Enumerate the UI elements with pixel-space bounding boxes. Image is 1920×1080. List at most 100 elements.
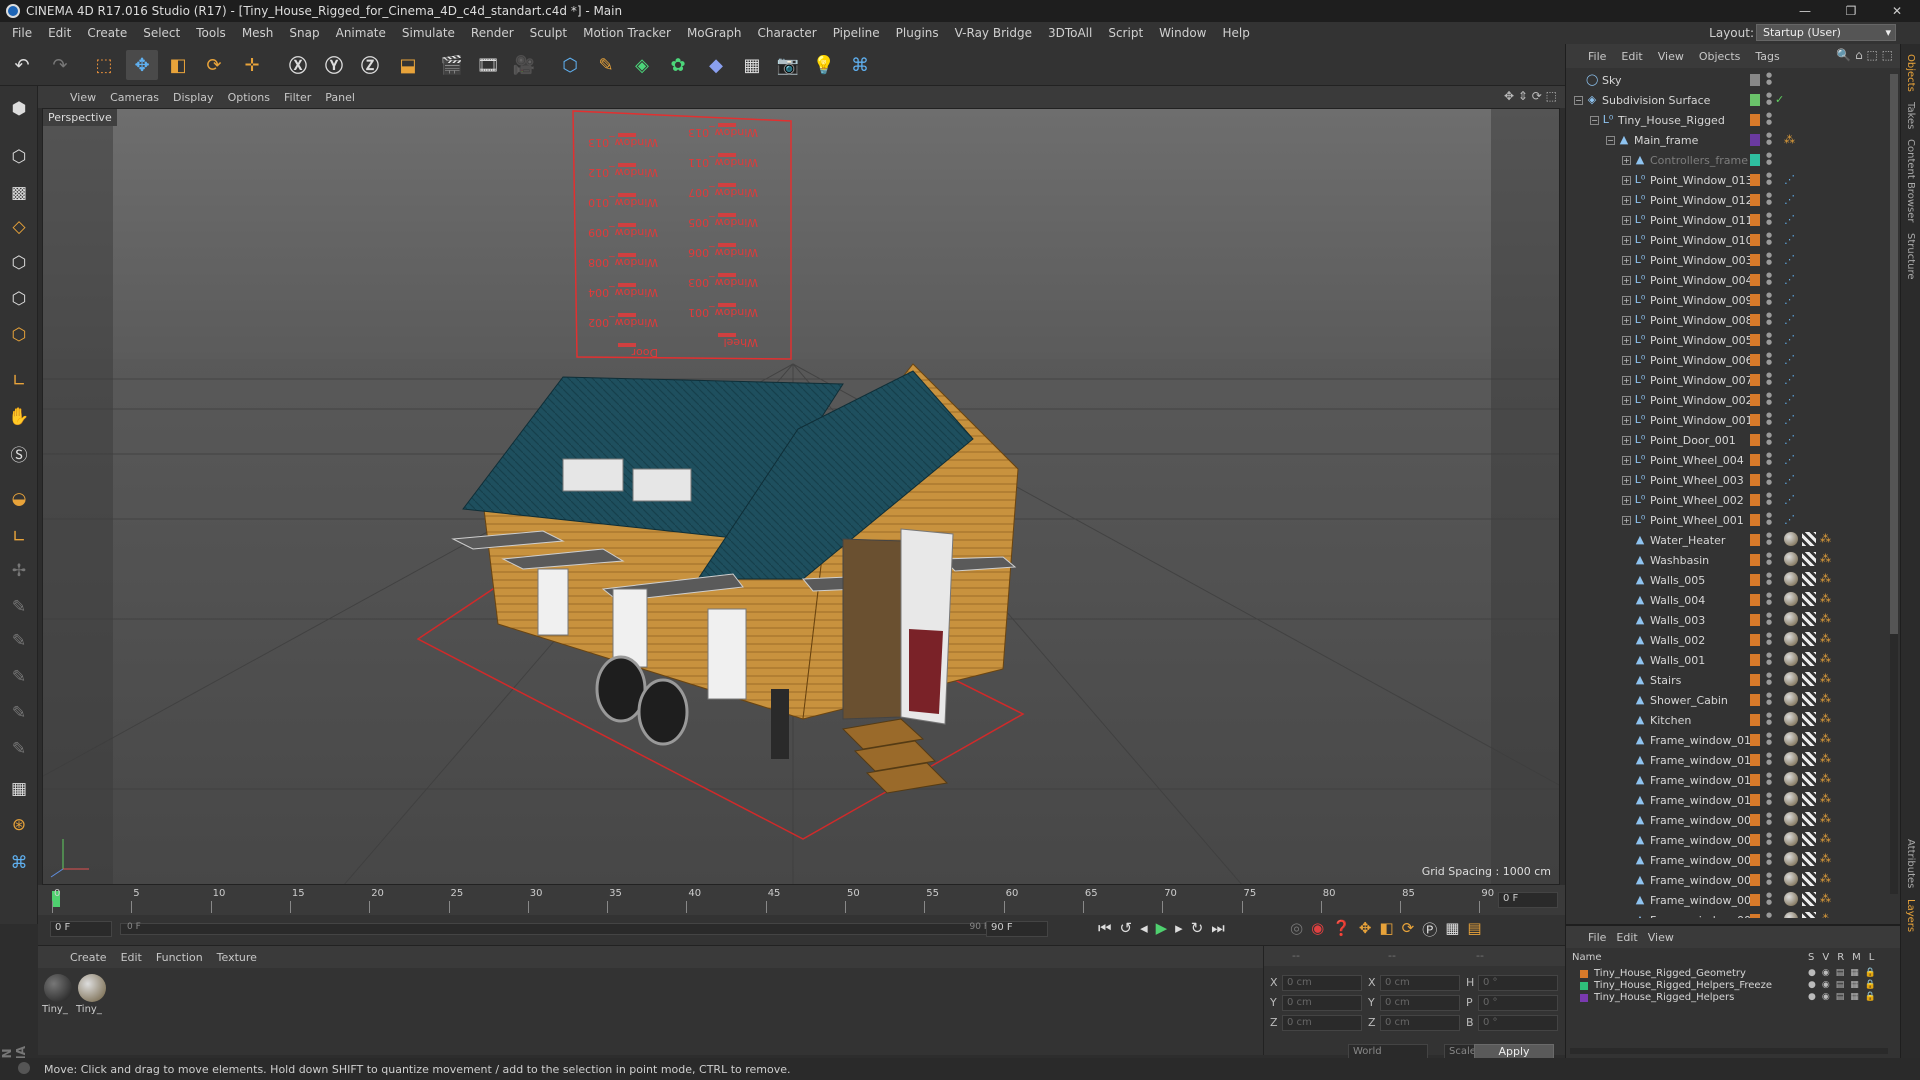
x-axis-lock-icon[interactable]: Ⓧ <box>282 50 314 80</box>
object-name[interactable]: Frame_window_004 <box>1650 914 1758 919</box>
python-script-icon[interactable]: ⌘ <box>3 848 35 878</box>
visibility-dots-icon[interactable]: ●● <box>1766 132 1772 148</box>
expand-icon[interactable]: + <box>1622 435 1631 445</box>
visibility-dots-icon[interactable]: ●● <box>1766 532 1772 548</box>
expand-icon[interactable]: + <box>1622 295 1631 305</box>
visibility-dots-icon[interactable]: ●● <box>1766 192 1772 208</box>
scale-tool-icon[interactable]: ◧ <box>162 50 194 80</box>
object-row[interactable]: + L⁰ Point_Window_001 ● ● ⋰ <box>1570 410 1892 430</box>
visibility-dots-icon[interactable]: ●● <box>1766 892 1772 908</box>
texture-tag-icon[interactable] <box>1784 592 1798 606</box>
expand-icon[interactable]: + <box>1622 355 1631 365</box>
phong-tag-icon[interactable] <box>1802 772 1816 786</box>
object-row[interactable]: ▲ Water_Heater ● ● ⁂ <box>1570 530 1892 550</box>
layer-color-swatch[interactable] <box>1750 414 1760 426</box>
object-row[interactable]: + L⁰ Point_Window_003 ● ● ⋰ <box>1570 250 1892 270</box>
phong-tag-icon[interactable] <box>1802 912 1816 918</box>
object-menu-tags[interactable]: Tags <box>1755 50 1788 63</box>
phong-tag-icon[interactable] <box>1802 692 1816 706</box>
object-manager-tools-icons[interactable]: 🔍 ⌂ ⬚ ⬚ <box>1836 48 1893 62</box>
position-key-icon[interactable]: ✥ <box>1359 919 1372 940</box>
object-row[interactable]: ▲ Frame_window_005 ● ● ⁂ <box>1570 890 1892 910</box>
layer-color-swatch[interactable] <box>1750 434 1760 446</box>
menu-mesh[interactable]: Mesh <box>234 26 282 40</box>
material-thumb-2[interactable] <box>78 974 106 1002</box>
menu-motion-tracker[interactable]: Motion Tracker <box>575 26 679 40</box>
layer-flag-icons[interactable]: ●◉▤▦🔒 <box>1808 980 1882 990</box>
object-row[interactable]: ▲ Frame_window_012 ● ● ⁂ <box>1570 750 1892 770</box>
visibility-dots-icon[interactable]: ●● <box>1766 692 1772 708</box>
texture-mode-icon[interactable]: ▩ <box>3 178 35 208</box>
selection-tag-icon[interactable]: ⁂ <box>1820 632 1831 645</box>
phong-tag-icon[interactable] <box>1802 612 1816 626</box>
constraint-tag-icon[interactable]: ⋰ <box>1784 253 1795 266</box>
phong-tag-icon[interactable] <box>1802 652 1816 666</box>
menu-3dtoall[interactable]: 3DToAll <box>1040 26 1100 40</box>
keyframe-selection-icon[interactable]: ❓ <box>1332 919 1351 940</box>
snap-icon[interactable]: Ⓢ <box>3 438 35 468</box>
sculpt-brush-b-icon[interactable]: ✎ <box>3 734 35 764</box>
object-row[interactable]: + L⁰ Point_Window_011 ● ● ⋰ <box>1570 210 1892 230</box>
position-field[interactable]: 0 cm <box>1282 995 1362 1011</box>
collapse-icon[interactable]: − <box>1574 95 1583 105</box>
object-row[interactable]: + L⁰ Point_Window_013 ● ● ⋰ <box>1570 170 1892 190</box>
layer-color-swatch[interactable] <box>1750 814 1760 826</box>
texture-tag-icon[interactable] <box>1784 812 1798 826</box>
layer-color-swatch[interactable] <box>1750 234 1760 246</box>
rotate-tool-icon[interactable]: ⟳ <box>198 50 230 80</box>
object-name[interactable]: Point_Window_006 <box>1650 354 1753 367</box>
phong-tag-icon[interactable] <box>1802 672 1816 686</box>
menu-help[interactable]: Help <box>1214 26 1257 40</box>
object-row[interactable]: + L⁰ Point_Door_001 ● ● ⋰ <box>1570 430 1892 450</box>
pla-key-icon[interactable]: ▦ <box>1445 919 1459 940</box>
subdivision-surface-icon[interactable]: ◈ <box>626 50 658 80</box>
texture-tag-icon[interactable] <box>1784 732 1798 746</box>
viewport-menu-options[interactable]: Options <box>224 91 280 104</box>
expand-icon[interactable]: + <box>1622 215 1631 225</box>
layer-name[interactable]: Tiny_House_Rigged_Helpers <box>1594 992 1734 1003</box>
layer-color-swatch[interactable] <box>1750 894 1760 906</box>
preview-range-slider[interactable]: 0 F 90 F <box>120 922 1000 935</box>
viewport-menu-filter[interactable]: Filter <box>280 91 321 104</box>
controller-label[interactable]: Wheel <box>724 336 758 349</box>
layer-color-swatch[interactable] <box>1750 774 1760 786</box>
visibility-dots-icon[interactable]: ●● <box>1766 512 1772 528</box>
controller-label[interactable]: Window_001 <box>688 306 758 319</box>
object-name[interactable]: Walls_002 <box>1650 634 1705 647</box>
visibility-dots-icon[interactable]: ●● <box>1766 252 1772 268</box>
menu-v-ray-bridge[interactable]: V-Ray Bridge <box>947 26 1040 40</box>
spline-pen-icon[interactable]: ✎ <box>590 50 622 80</box>
rotation-field[interactable]: 0 ° <box>1478 975 1558 991</box>
object-name[interactable]: Point_Window_001 <box>1650 414 1753 427</box>
object-row[interactable]: + L⁰ Point_Window_008 ● ● ⋰ <box>1570 310 1892 330</box>
phong-tag-icon[interactable] <box>1802 712 1816 726</box>
controller-label[interactable]: Window_008 <box>588 256 658 269</box>
rotation-field[interactable]: 0 ° <box>1478 995 1558 1011</box>
object-name[interactable]: Walls_004 <box>1650 594 1705 607</box>
constraint-tag-icon[interactable]: ⋰ <box>1784 413 1795 426</box>
texture-tag-icon[interactable] <box>1784 872 1798 886</box>
expand-icon[interactable]: + <box>1622 195 1631 205</box>
layer-menu-file[interactable]: File <box>1588 931 1616 944</box>
visibility-dots-icon[interactable]: ●● <box>1766 632 1772 648</box>
texture-tag-icon[interactable] <box>1784 832 1798 846</box>
side-tab-takes[interactable]: Takes <box>1905 102 1916 129</box>
phong-tag-icon[interactable] <box>1802 552 1816 566</box>
floor-icon[interactable]: ▦ <box>736 50 768 80</box>
constraint-tag-icon[interactable]: ⋰ <box>1784 453 1795 466</box>
object-row[interactable]: ▲ Frame_window_006 ● ● ⁂ <box>1570 870 1892 890</box>
controller-label[interactable]: Door <box>631 346 658 359</box>
object-row[interactable]: + L⁰ Point_Window_012 ● ● ⋰ <box>1570 190 1892 210</box>
layer-color-swatch[interactable] <box>1750 354 1760 366</box>
menu-edit[interactable]: Edit <box>40 26 79 40</box>
layer-color-swatch[interactable] <box>1750 314 1760 326</box>
object-row[interactable]: ▲ Frame_window_010 ● ● ⁂ <box>1570 790 1892 810</box>
object-name[interactable]: Point_Window_007 <box>1650 374 1753 387</box>
texture-tag-icon[interactable] <box>1784 632 1798 646</box>
object-row[interactable]: + L⁰ Point_Wheel_002 ● ● ⋰ <box>1570 490 1892 510</box>
layer-color-swatch[interactable] <box>1750 714 1760 726</box>
object-name[interactable]: Sky <box>1602 74 1621 87</box>
object-row[interactable]: ▲ Washbasin ● ● ⁂ <box>1570 550 1892 570</box>
object-row[interactable]: + L⁰ Point_Wheel_001 ● ● ⋰ <box>1570 510 1892 530</box>
selection-tag-icon[interactable]: ⁂ <box>1820 812 1831 825</box>
